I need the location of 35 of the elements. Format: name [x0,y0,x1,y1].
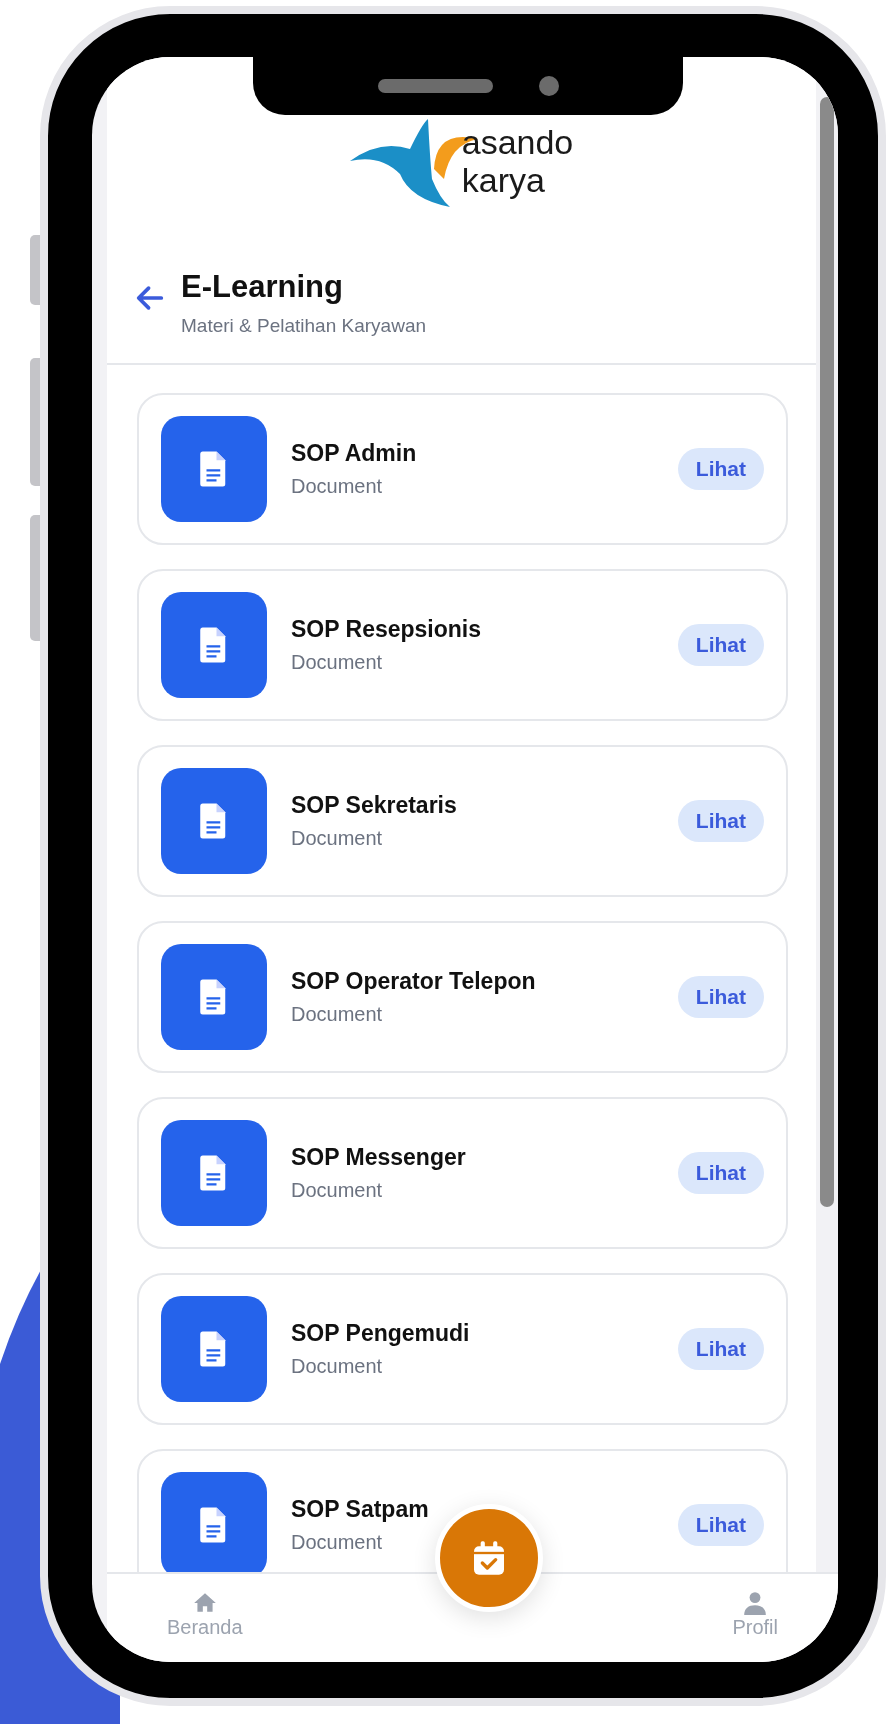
material-title: SOP Pengemudi [291,1320,471,1347]
material-title: SOP Messenger [291,1144,467,1171]
view-button[interactable]: Lihat [677,448,764,490]
document-icon [161,768,267,874]
document-icon [161,1120,267,1226]
view-button[interactable]: Lihat [677,1152,764,1194]
material-type: Document [291,1003,384,1026]
document-icon [161,592,267,698]
home-tab[interactable]: Beranda [167,1589,243,1639]
page-title: E-Learning [181,269,344,305]
page-subtitle: Materi & Pelatihan Karyawan [181,315,426,337]
view-button[interactable]: Lihat [677,624,764,666]
material-title: SOP Sekretaris [291,792,458,819]
logo-text: karya [461,161,546,199]
material-title: SOP Operator Telepon [291,968,537,995]
document-icon [161,1296,267,1402]
material-title: SOP Resepsionis [291,616,483,643]
material-type: Document [291,475,384,498]
view-button[interactable]: Lihat [677,976,764,1018]
view-button[interactable]: Lihat [677,1328,764,1370]
material-title: SOP Admin [291,440,418,467]
material-type: Document [291,1531,384,1554]
view-button[interactable]: Lihat [677,1504,764,1546]
material-type: Document [291,1355,384,1378]
material-type: Document [291,651,384,674]
material-type: Document [291,1179,384,1202]
document-icon [161,944,267,1050]
document-icon [161,416,267,522]
material-type: Document [291,827,384,850]
material-title: SOP Satpam [291,1496,430,1523]
camera-dot [538,76,559,96]
view-button[interactable]: Lihat [677,800,764,842]
logo-text: asando [461,123,574,161]
person-icon [742,1589,769,1616]
profile-tab[interactable]: Profil [732,1589,778,1639]
